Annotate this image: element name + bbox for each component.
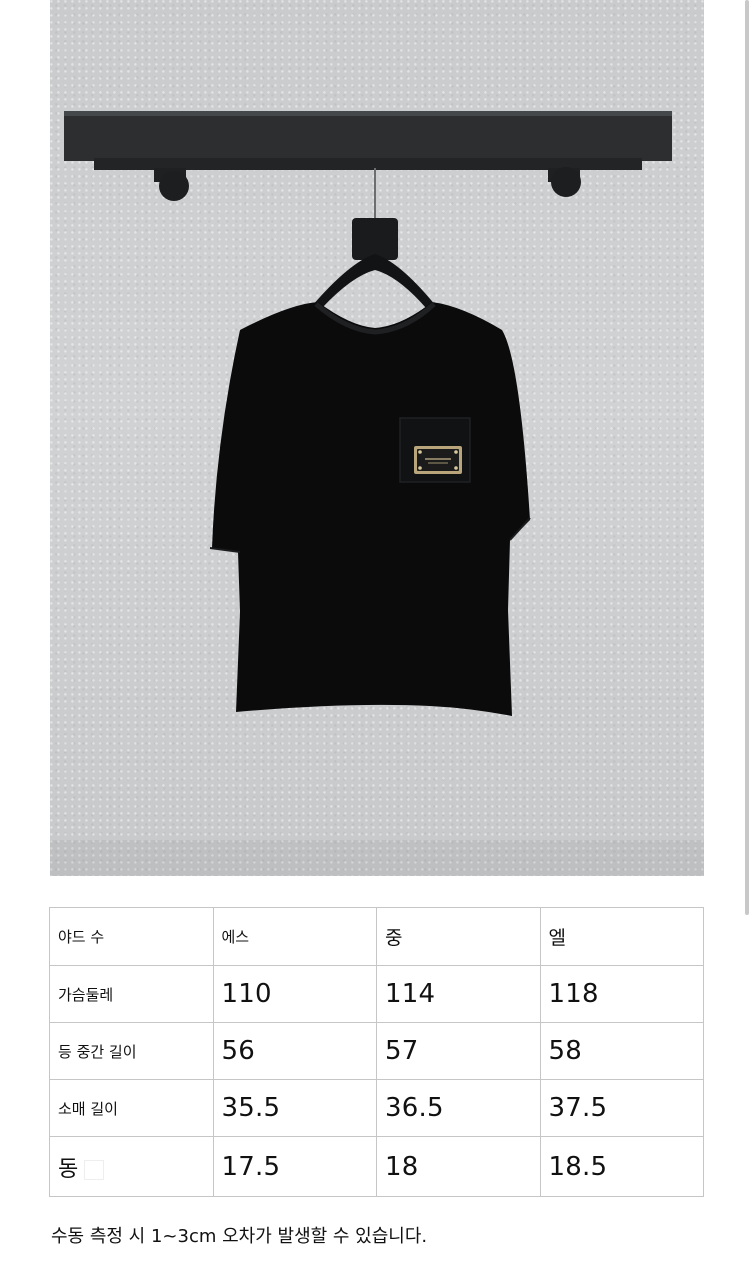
table-header-cell: 중	[376, 907, 541, 966]
hanger	[312, 168, 436, 308]
table-cell: 18	[376, 1136, 541, 1197]
table-row: 등 중간 길이 56 57 58	[49, 1022, 704, 1080]
table-header-cell: 엘	[539, 907, 704, 966]
table-header-cell: 에스	[212, 907, 377, 966]
page-scrollbar[interactable]	[745, 0, 749, 915]
table-cell: 17.5	[212, 1136, 377, 1197]
table-cell: 58	[539, 1022, 704, 1080]
row-label: 소매 길이	[49, 1079, 214, 1137]
table-cell: 36.5	[376, 1079, 541, 1137]
table-header-row: 야드 수 에스 중 엘	[49, 907, 704, 966]
row-label: 등 중간 길이	[49, 1022, 214, 1080]
table-cell: 118	[539, 965, 704, 1023]
table-cell: 57	[376, 1022, 541, 1080]
measurement-note: 수동 측정 시 1~3cm 오차가 발생할 수 있습니다.	[51, 1226, 428, 1247]
table-cell: 18.5	[539, 1136, 704, 1197]
table-header-cell: 야드 수	[49, 907, 214, 966]
table-cell: 114	[376, 965, 541, 1023]
row-label: 동	[58, 1156, 79, 1182]
wall-rack	[64, 111, 672, 201]
table-cell: 35.5	[212, 1079, 377, 1137]
table-row: 동 17.5 18 18.5	[49, 1136, 704, 1197]
product-photo	[50, 0, 704, 876]
row-label: 가슴둘레	[49, 965, 214, 1023]
metal-plate-badge	[414, 446, 462, 474]
t-shirt	[209, 302, 531, 716]
table-cell: 110	[212, 965, 377, 1023]
row-label-cell: 동	[49, 1136, 214, 1197]
placeholder-glyph-box	[84, 1159, 105, 1180]
table-cell: 37.5	[539, 1079, 704, 1137]
table-row: 소매 길이 35.5 36.5 37.5	[49, 1079, 704, 1137]
product-illustration	[50, 111, 704, 876]
table-row: 가슴둘레 110 114 118	[49, 965, 704, 1023]
size-chart-table: 야드 수 에스 중 엘 가슴둘레 110 114 118 등 중간 길이 56 …	[49, 907, 704, 1197]
table-cell: 56	[212, 1022, 377, 1080]
